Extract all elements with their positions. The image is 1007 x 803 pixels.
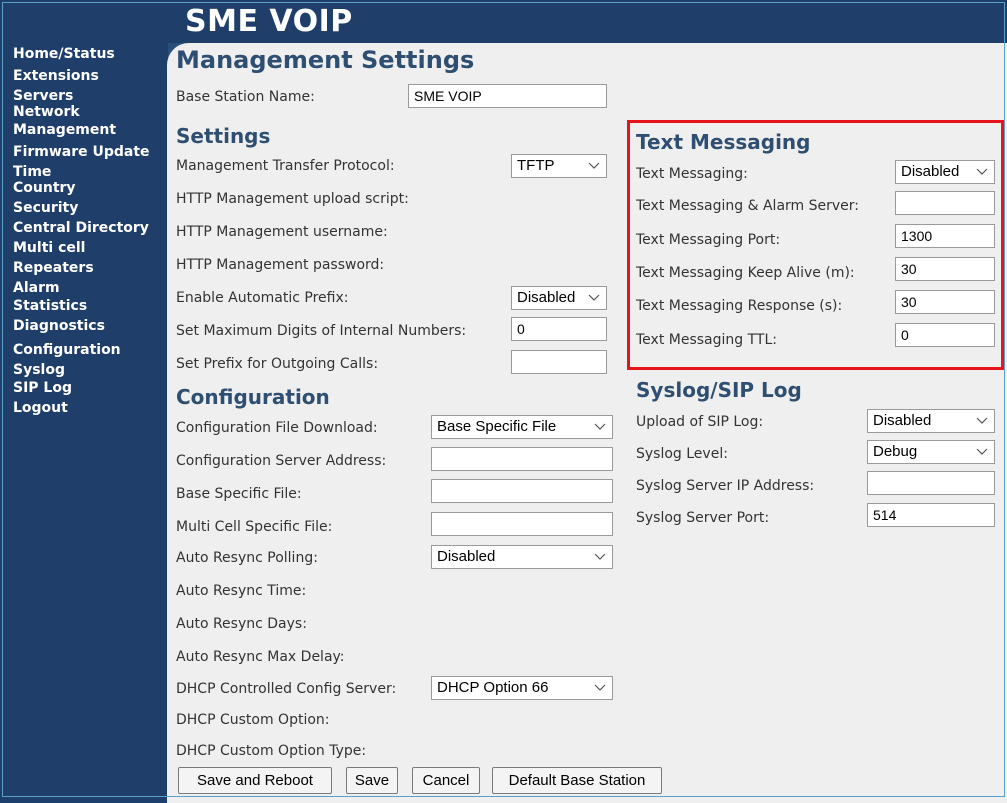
window-border [2, 2, 1005, 797]
app-frame: SME VOIP Home/Status Extensions Servers … [0, 0, 1007, 803]
